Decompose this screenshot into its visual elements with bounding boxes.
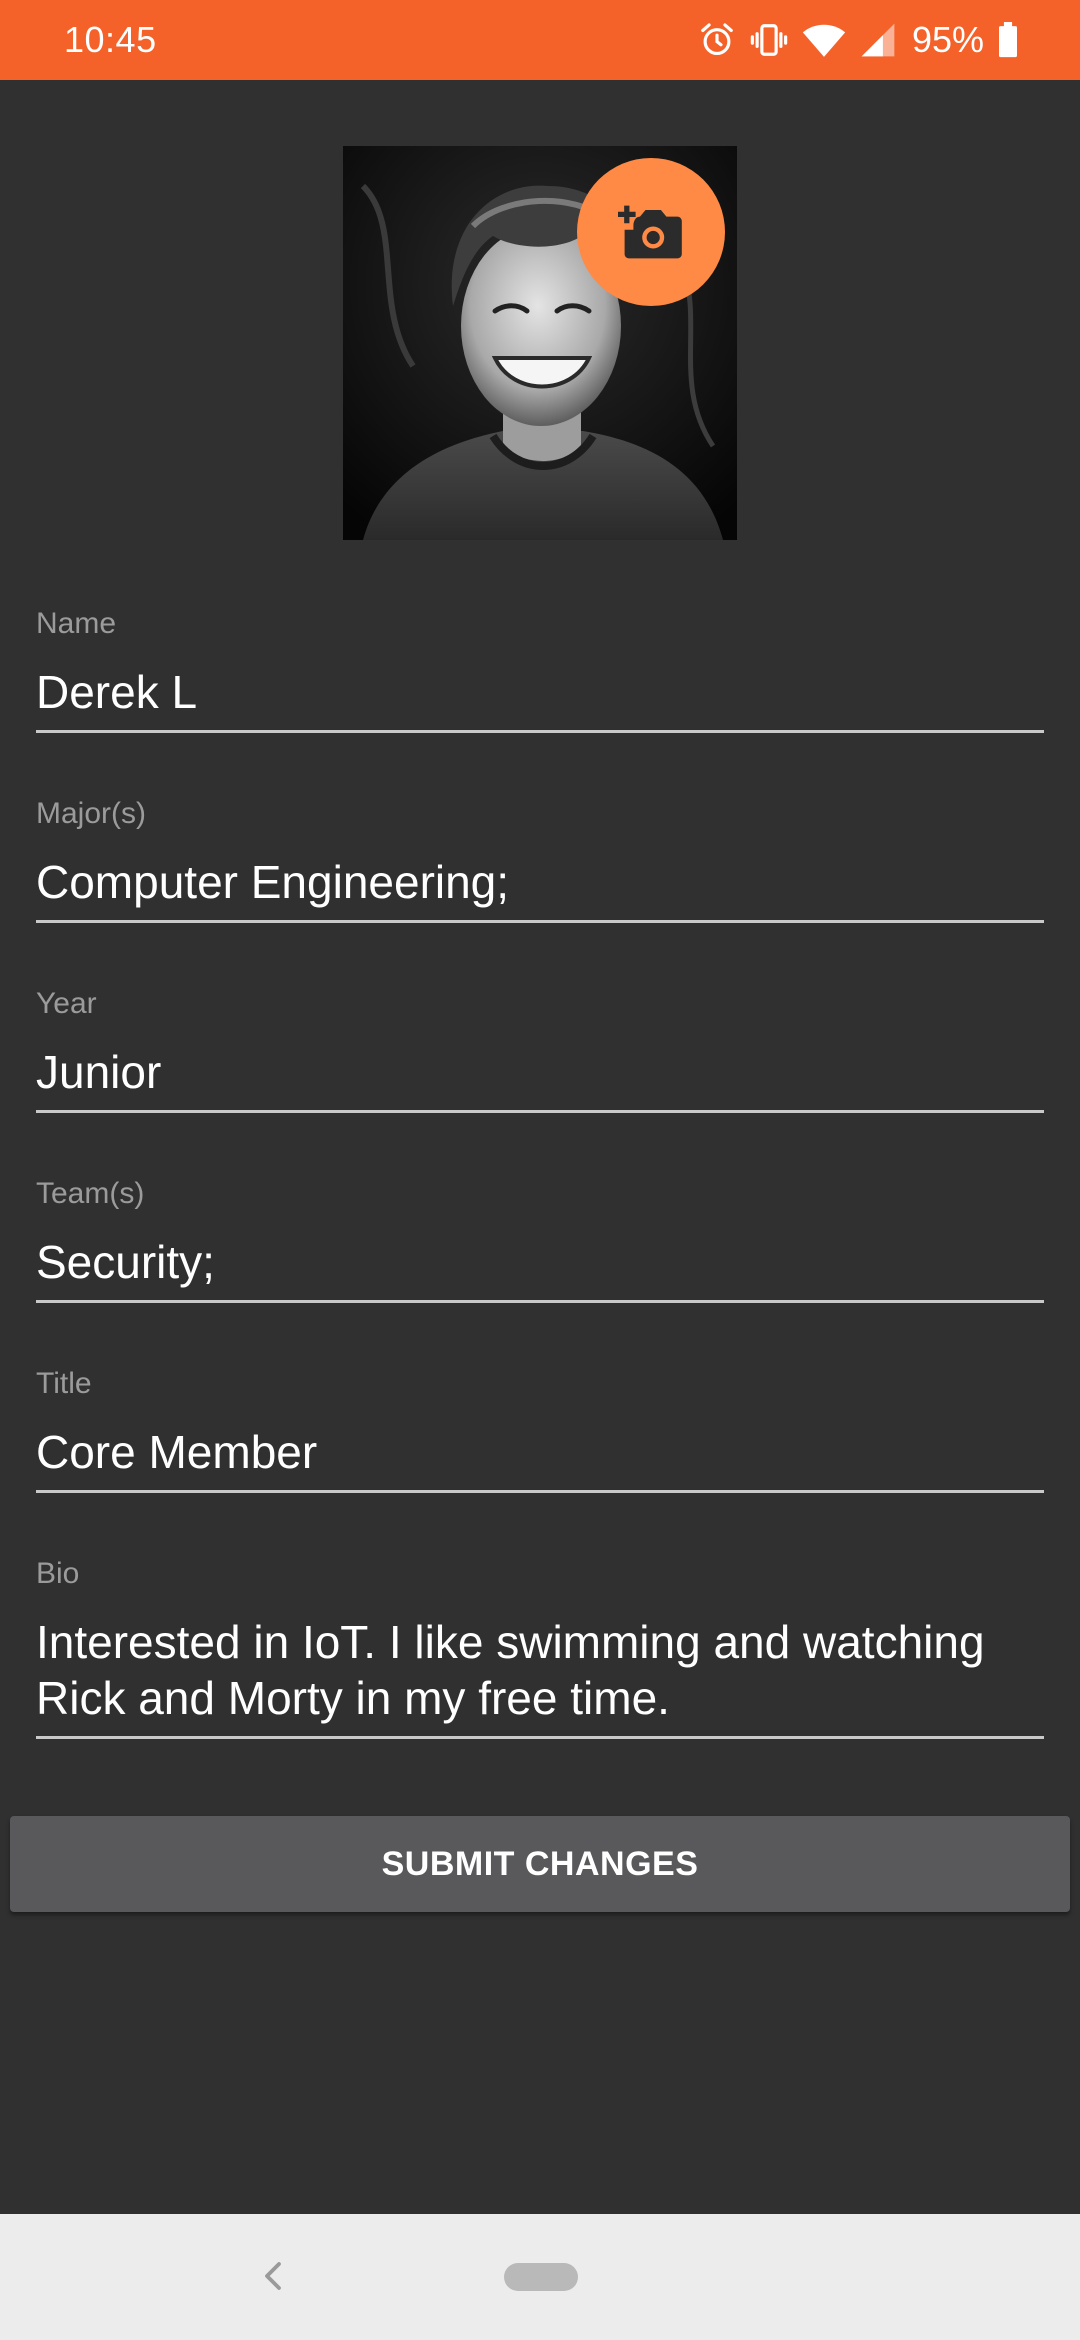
name-input[interactable]: Derek L	[36, 664, 1044, 733]
back-button[interactable]	[258, 2254, 288, 2298]
status-icons: 95%	[698, 19, 1018, 61]
battery-icon	[998, 22, 1018, 58]
vibrate-icon	[750, 21, 788, 59]
edit-profile-screen: Name Derek L Major(s) Computer Engineeri…	[0, 80, 1080, 2214]
wifi-icon	[802, 21, 846, 59]
title-input[interactable]: Core Member	[36, 1424, 1044, 1493]
teams-input[interactable]: Security;	[36, 1234, 1044, 1303]
status-bar: 10:45 95%	[0, 0, 1080, 80]
battery-percent: 95%	[911, 19, 984, 60]
name-field: Name Derek L	[36, 606, 1044, 733]
home-pill-icon[interactable]	[504, 2263, 578, 2291]
submit-changes-button[interactable]: SUBMIT CHANGES	[10, 1816, 1070, 1912]
name-label: Name	[36, 607, 117, 640]
majors-input[interactable]: Computer Engineering;	[36, 854, 1044, 923]
bio-label: Bio	[36, 1557, 80, 1590]
add-a-photo-icon	[618, 205, 682, 259]
teams-field: Team(s) Security;	[36, 1176, 1044, 1303]
bio-input[interactable]: Interested in IoT. I like swimming and w…	[36, 1614, 1044, 1739]
majors-field: Major(s) Computer Engineering;	[36, 796, 1044, 923]
teams-label: Team(s)	[36, 1177, 145, 1210]
title-field: Title Core Member	[36, 1366, 1044, 1493]
change-photo-button[interactable]	[577, 158, 725, 306]
navigation-bar	[0, 2214, 1080, 2340]
chevron-left-icon	[265, 2262, 281, 2290]
year-field: Year Junior	[36, 986, 1044, 1113]
bio-field: Bio Interested in IoT. I like swimming a…	[36, 1556, 1044, 1739]
alarm-icon	[698, 21, 736, 59]
year-input[interactable]: Junior	[36, 1044, 1044, 1113]
year-label: Year	[36, 987, 97, 1020]
title-label: Title	[36, 1367, 92, 1400]
majors-label: Major(s)	[36, 797, 146, 830]
status-time: 10:45	[64, 19, 157, 60]
profile-photo-container	[343, 146, 737, 540]
signal-icon	[860, 22, 896, 58]
